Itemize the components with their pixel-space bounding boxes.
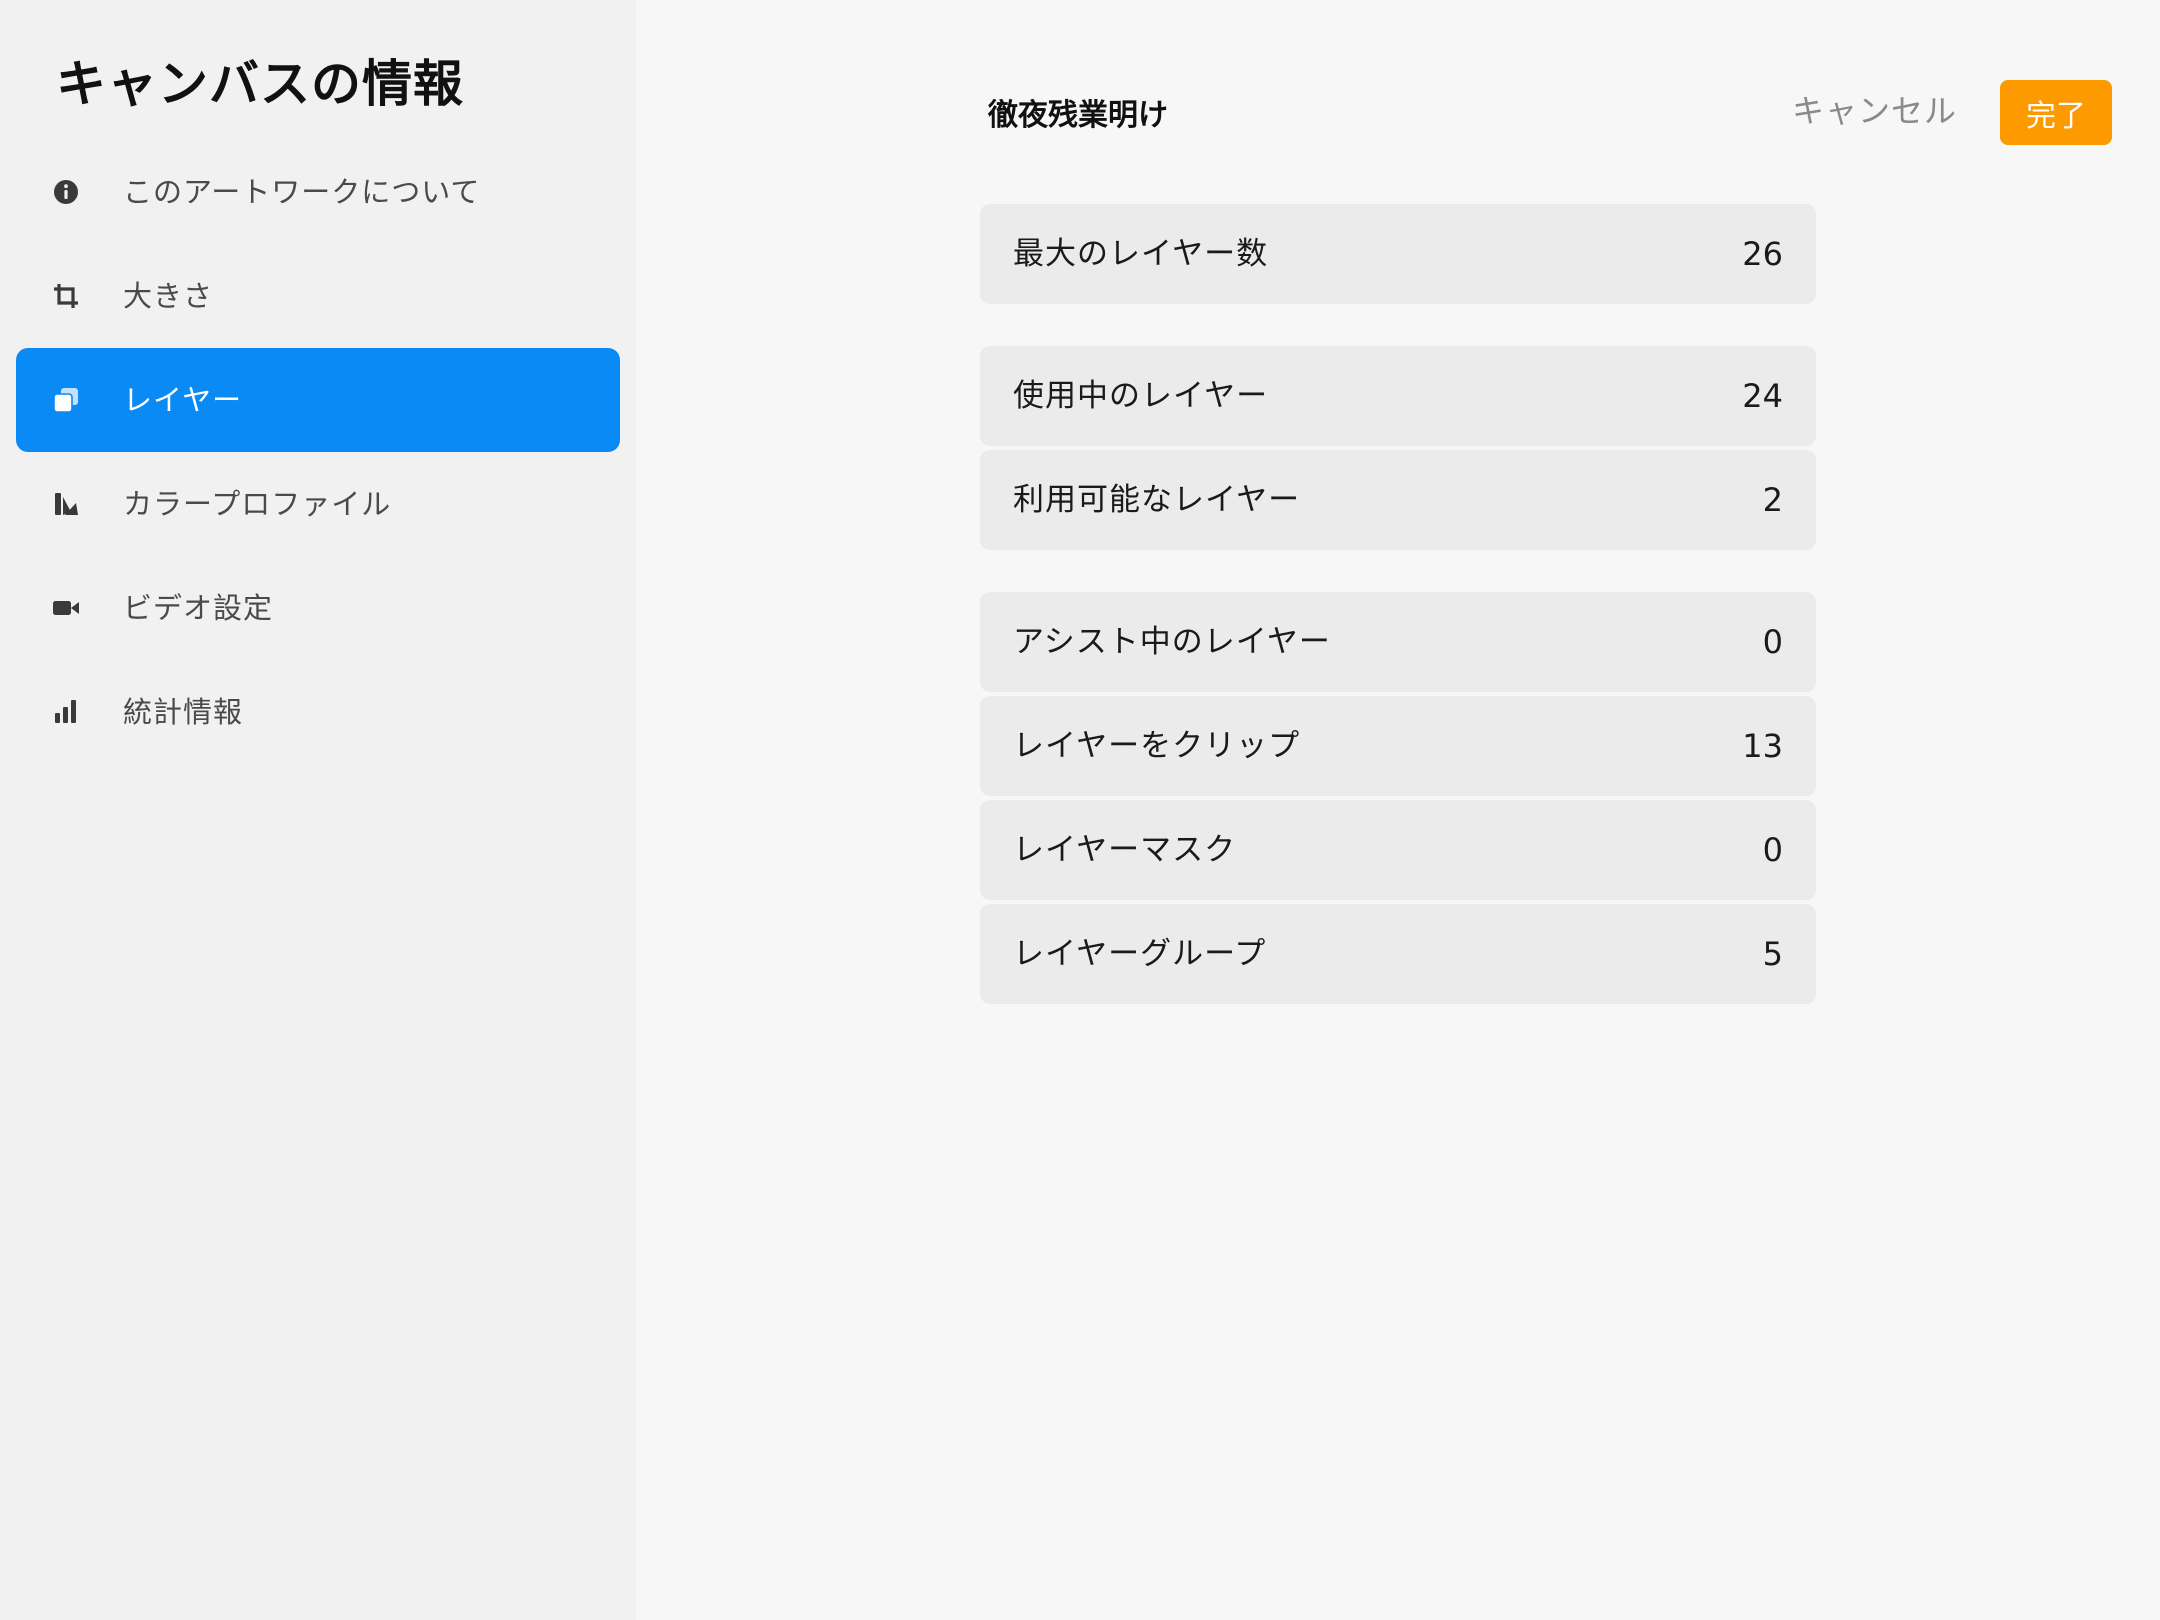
sidebar-title: キャンバスの情報	[56, 55, 464, 113]
bar-chart-icon	[55, 700, 76, 723]
stat-value: 13	[1742, 727, 1783, 765]
sidebar-item-label: このアートワークについて	[123, 175, 481, 209]
stat-row-clipped-layers: レイヤーをクリップ 13	[980, 696, 1816, 796]
sidebar-item-layers[interactable]: レイヤー	[16, 348, 620, 452]
stat-value: 24	[1742, 377, 1783, 415]
sidebar-item-statistics[interactable]: 統計情報	[16, 660, 620, 764]
stat-value: 26	[1742, 235, 1783, 273]
stat-row-layer-masks: レイヤーマスク 0	[980, 800, 1816, 900]
stat-row-layer-groups: レイヤーグループ 5	[980, 904, 1816, 1004]
stat-label: 最大のレイヤー数	[1013, 236, 1269, 272]
stat-label: 使用中のレイヤー	[1013, 378, 1269, 414]
stat-row-used-layers: 使用中のレイヤー 24	[980, 346, 1816, 446]
document-title: 徹夜残業明け	[988, 98, 1168, 133]
stat-row-assisted-layers: アシスト中のレイヤー 0	[980, 592, 1816, 692]
sidebar-item-label: カラープロファイル	[123, 487, 392, 521]
sidebar-item-about-artwork[interactable]: このアートワークについて	[16, 140, 620, 244]
stat-label: レイヤーグループ	[1013, 936, 1267, 972]
sidebar-item-size[interactable]: 大きさ	[16, 244, 620, 348]
main-panel: 徹夜残業明け キャンセル 完了 最大のレイヤー数 26 使用中のレイヤー 24 …	[636, 0, 2160, 1620]
stat-label: 利用可能なレイヤー	[1013, 482, 1301, 518]
stat-label: レイヤーマスク	[1013, 832, 1237, 868]
stat-row-available-layers: 利用可能なレイヤー 2	[980, 450, 1816, 550]
stat-value: 0	[1762, 831, 1783, 869]
canvas-info-screen: キャンバスの情報 このアートワークについて 大きさ レイヤー カラープロファイル…	[0, 0, 2160, 1620]
done-button[interactable]: 完了	[2000, 80, 2112, 145]
sidebar-item-label: 大きさ	[123, 279, 214, 313]
stat-value: 5	[1762, 935, 1783, 973]
color-profile-icon	[55, 493, 78, 515]
sidebar-item-label: レイヤー	[123, 383, 243, 417]
cancel-button[interactable]: キャンセル	[1792, 86, 1957, 132]
stat-row-max-layers: 最大のレイヤー数 26	[980, 204, 1816, 304]
crop-icon	[54, 284, 78, 308]
stat-label: アシスト中のレイヤー	[1013, 624, 1331, 660]
info-icon	[54, 180, 78, 204]
stat-label: レイヤーをクリップ	[1013, 728, 1301, 764]
sidebar-item-label: ビデオ設定	[123, 591, 274, 625]
sidebar-item-video-settings[interactable]: ビデオ設定	[16, 556, 620, 660]
sidebar-item-color-profile[interactable]: カラープロファイル	[16, 452, 620, 556]
sidebar-nav: このアートワークについて 大きさ レイヤー カラープロファイル ビデオ設定 統計…	[16, 140, 620, 764]
sidebar-item-label: 統計情報	[123, 695, 244, 729]
stat-value: 0	[1762, 623, 1783, 661]
sidebar: キャンバスの情報 このアートワークについて 大きさ レイヤー カラープロファイル…	[0, 0, 636, 1620]
video-camera-icon	[53, 601, 79, 615]
layers-icon	[53, 388, 78, 413]
stat-value: 2	[1762, 481, 1783, 519]
